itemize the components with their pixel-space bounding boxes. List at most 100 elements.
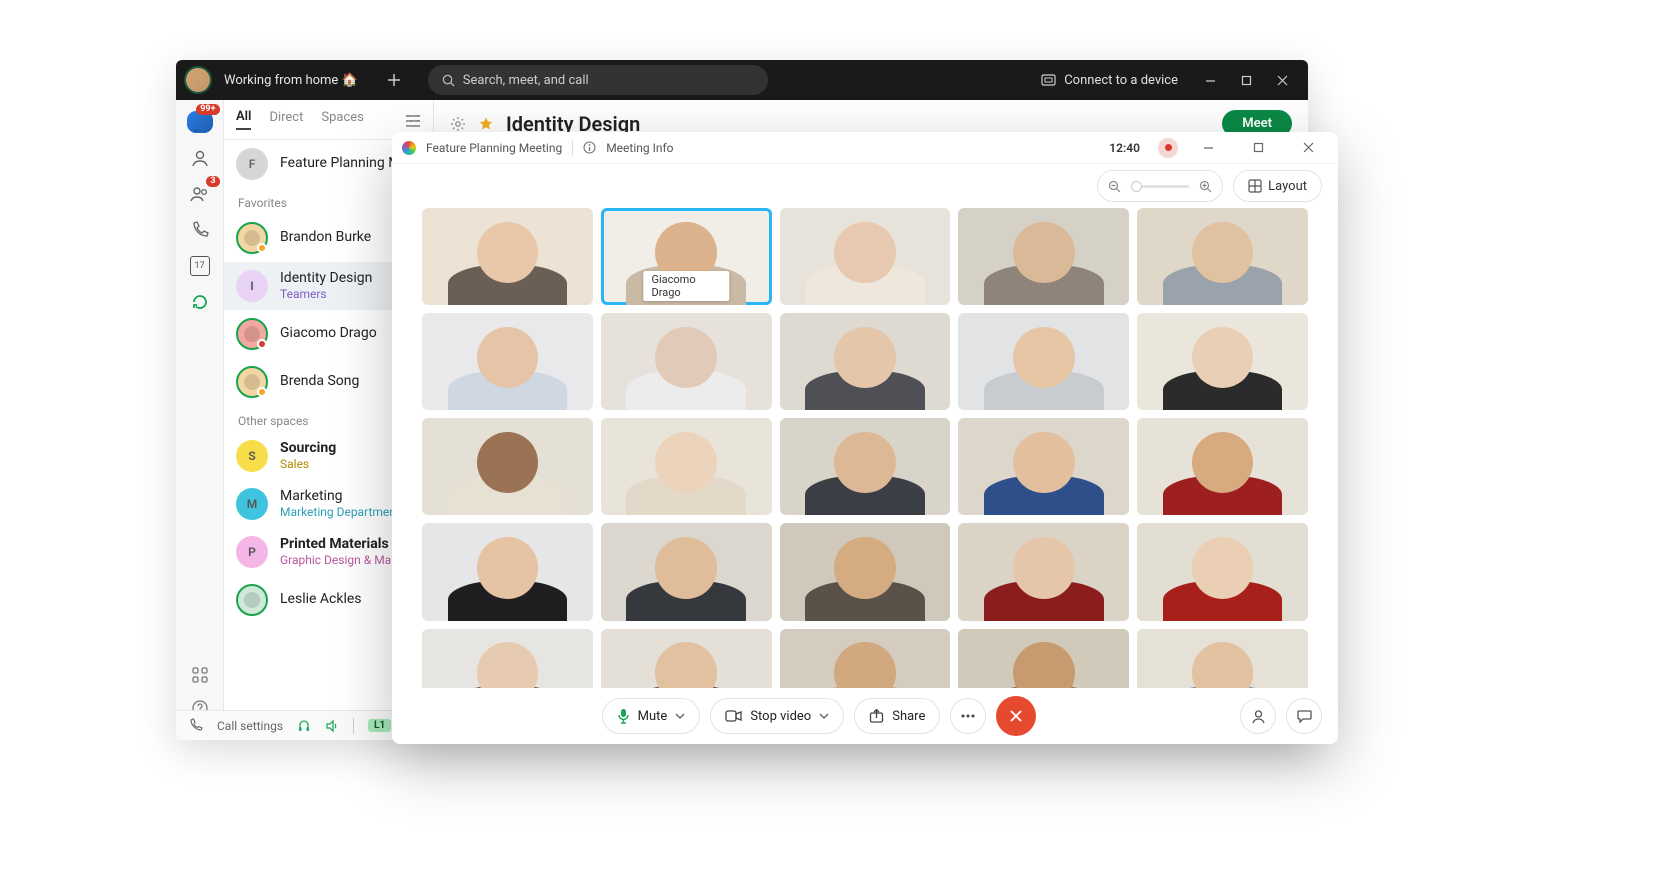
video-tile[interactable]	[958, 208, 1129, 305]
zoom-track[interactable]	[1131, 185, 1189, 188]
item-name: Giacomo Drago	[280, 325, 377, 343]
video-tile[interactable]	[422, 629, 593, 688]
video-grid: Giacomo Drago	[422, 208, 1308, 688]
video-tile[interactable]	[601, 418, 772, 515]
search-input[interactable]: Search, meet, and call	[428, 65, 768, 95]
meeting-info-link[interactable]: Meeting Info	[606, 141, 673, 155]
avatar	[236, 584, 268, 616]
video-tile[interactable]	[1137, 629, 1308, 688]
video-tile[interactable]	[601, 629, 772, 688]
meeting-titlebar: Feature Planning Meeting Meeting Info 12…	[392, 132, 1338, 164]
video-grid-wrap: Giacomo Drago	[392, 208, 1338, 688]
video-tile[interactable]	[601, 313, 772, 410]
line-indicator: L1	[368, 719, 391, 732]
nav-rail: 99+ 3 17 Help	[176, 100, 224, 740]
mic-icon	[617, 708, 630, 724]
video-tile[interactable]	[422, 523, 593, 620]
nav-messaging[interactable]: 99+	[182, 106, 218, 138]
share-button[interactable]: Share	[854, 698, 940, 734]
video-tile[interactable]	[958, 523, 1129, 620]
presence-status[interactable]: Working from home 🏠	[224, 73, 358, 88]
search-icon	[442, 74, 455, 87]
video-tile[interactable]	[958, 629, 1129, 688]
avatar: M	[236, 488, 268, 520]
refresh-icon	[190, 292, 210, 312]
nav-apps[interactable]	[182, 659, 218, 691]
contacts-icon	[189, 183, 211, 205]
zoom-out-icon[interactable]	[1108, 180, 1121, 193]
window-maximize-button[interactable]	[1228, 60, 1264, 100]
calendar-icon: 17	[190, 256, 210, 276]
stop-video-button[interactable]: Stop video	[710, 698, 844, 734]
video-tile[interactable]	[1137, 418, 1308, 515]
phone-icon	[190, 220, 210, 240]
close-icon	[1009, 709, 1023, 723]
chevron-down-icon[interactable]	[819, 713, 829, 719]
settings-icon[interactable]	[450, 116, 466, 132]
layout-button[interactable]: Layout	[1233, 170, 1322, 202]
new-action-button[interactable]	[378, 64, 410, 96]
nav-contacts[interactable]: 3	[182, 178, 218, 210]
apps-icon	[191, 666, 209, 684]
zoom-thumb[interactable]	[1131, 181, 1142, 192]
video-tile[interactable]	[601, 523, 772, 620]
window-minimize-button[interactable]	[1192, 60, 1228, 100]
video-tile[interactable]: Giacomo Drago	[601, 208, 772, 305]
mute-button[interactable]: Mute	[602, 698, 701, 734]
participants-button[interactable]	[1240, 698, 1276, 734]
people-outline-icon	[189, 147, 211, 169]
call-settings-link[interactable]: Call settings	[217, 719, 283, 733]
nav-teams[interactable]	[182, 142, 218, 174]
video-tile[interactable]	[780, 629, 951, 688]
item-subtitle: Graphic Design & Mark	[280, 553, 401, 568]
window-close-button[interactable]	[1264, 60, 1300, 100]
video-tile[interactable]	[958, 313, 1129, 410]
avatar: P	[236, 536, 268, 568]
nav-calendar[interactable]: 17	[182, 250, 218, 282]
meeting-toolbar: Layout	[392, 164, 1338, 208]
video-tile[interactable]	[780, 208, 951, 305]
user-avatar[interactable]	[184, 66, 212, 94]
zoom-in-icon[interactable]	[1199, 180, 1212, 193]
meeting-controls: Mute Stop video Share	[392, 688, 1338, 744]
nav-calls[interactable]	[182, 214, 218, 246]
chat-panel-button[interactable]	[1286, 698, 1322, 734]
meeting-minimize-button[interactable]	[1188, 132, 1228, 163]
more-options-button[interactable]	[950, 698, 986, 734]
meeting-maximize-button[interactable]	[1238, 132, 1278, 163]
video-tile[interactable]	[958, 418, 1129, 515]
zoom-slider[interactable]	[1097, 170, 1223, 202]
speaker-icon[interactable]	[325, 719, 339, 733]
video-tile[interactable]	[1137, 523, 1308, 620]
connect-device-button[interactable]: Connect to a device	[1041, 73, 1178, 88]
item-name: Identity Design	[280, 270, 372, 288]
item-subtitle: Teamers	[280, 287, 372, 302]
chevron-down-icon[interactable]	[675, 713, 685, 719]
meeting-close-button[interactable]	[1288, 132, 1328, 163]
video-tile[interactable]	[422, 208, 593, 305]
nav-refresh[interactable]	[182, 286, 218, 318]
tab-all[interactable]: All	[236, 109, 251, 130]
item-name: Sourcing	[280, 440, 336, 458]
avatar	[236, 222, 268, 254]
end-call-button[interactable]	[996, 696, 1036, 736]
share-icon	[869, 709, 884, 723]
star-icon[interactable]	[478, 116, 494, 132]
video-tile[interactable]	[780, 418, 951, 515]
item-subtitle: Marketing Department	[280, 505, 400, 520]
avatar	[236, 318, 268, 350]
video-tile[interactable]	[422, 418, 593, 515]
item-name: Brenda Song	[280, 373, 359, 391]
cast-icon	[1041, 74, 1056, 86]
tab-direct[interactable]: Direct	[269, 110, 303, 129]
chat-icon	[1297, 709, 1312, 723]
video-tile[interactable]	[780, 523, 951, 620]
video-tile[interactable]	[422, 313, 593, 410]
video-tile[interactable]	[1137, 313, 1308, 410]
video-tile[interactable]	[780, 313, 951, 410]
filter-button[interactable]	[405, 113, 421, 127]
tab-spaces[interactable]: Spaces	[321, 110, 364, 129]
video-tile[interactable]	[1137, 208, 1308, 305]
headset-icon[interactable]	[297, 719, 311, 733]
recording-indicator[interactable]	[1158, 138, 1178, 158]
